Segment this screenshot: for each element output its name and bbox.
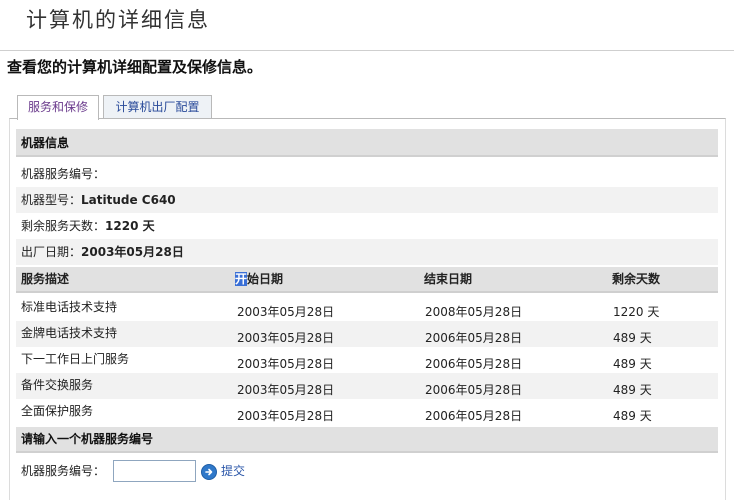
arrow-right-circle-icon[interactable] — [201, 464, 217, 480]
service-tag-label: 机器服务编号： — [21, 167, 106, 181]
lookup-section-header: 请输入一个机器服务编号 — [16, 427, 718, 453]
service-end-date: 2006年05月28日 — [425, 409, 523, 423]
service-end-date: 2008年05月28日 — [425, 305, 523, 319]
service-start-date: 2003年05月28日 — [237, 383, 335, 397]
table-row: 备件交换服务 2003年05月28日 2006年05月28日 489 天 — [16, 373, 718, 399]
ship-date-row: 出厂日期：2003年05月28日 — [16, 239, 718, 265]
table-row: 金牌电话技术支持 2003年05月28日 2006年05月28日 489 天 — [16, 321, 718, 347]
model-label: 机器型号： — [21, 193, 82, 207]
days-left-row: 剩余服务天数：1220 天 — [16, 213, 718, 239]
service-tag-row: 机器服务编号： — [16, 161, 718, 187]
service-description: 备件交换服务 — [21, 378, 94, 392]
service-days-left: 489 天 — [613, 383, 652, 397]
service-end-date: 2006年05月28日 — [425, 357, 523, 371]
service-description: 金牌电话技术支持 — [21, 326, 118, 340]
days-left-value: 1220 天 — [105, 219, 155, 233]
service-start-date: 2003年05月28日 — [237, 331, 335, 345]
table-row: 下一工作日上门服务 2003年05月28日 2006年05月28日 489 天 — [16, 347, 718, 373]
column-header-end-date: 结束日期 — [424, 272, 473, 286]
service-start-date: 2003年05月28日 — [237, 357, 335, 371]
machine-info-header: 机器信息 — [16, 129, 718, 157]
service-days-left: 489 天 — [613, 331, 652, 345]
service-end-date: 2006年05月28日 — [425, 331, 523, 345]
services-table-header: 服务描述 开始日期 结束日期 剩余天数 — [16, 267, 718, 293]
table-row: 标准电话技术支持 2003年05月28日 2008年05月28日 1220 天 — [16, 295, 718, 321]
service-start-date: 2003年05月28日 — [237, 305, 335, 319]
service-description: 标准电话技术支持 — [21, 300, 118, 314]
tab-factory-config[interactable]: 计算机出厂配置 — [103, 95, 212, 118]
service-end-date: 2006年05月28日 — [425, 383, 523, 397]
column-header-days-left: 剩余天数 — [612, 272, 661, 286]
submit-button[interactable]: 提交 — [221, 462, 245, 480]
service-tag-input[interactable] — [113, 460, 196, 482]
service-description: 全面保护服务 — [21, 404, 94, 418]
page-title: 计算机的详细信息 — [26, 8, 210, 32]
table-row: 全面保护服务 2003年05月28日 2006年05月28日 489 天 — [16, 399, 718, 425]
ship-date-value: 2003年05月28日 — [81, 245, 184, 259]
service-start-date: 2003年05月28日 — [237, 409, 335, 423]
ship-date-label: 出厂日期： — [21, 245, 82, 259]
column-header-start-rest: 始日期 — [247, 272, 284, 286]
service-description: 下一工作日上门服务 — [21, 352, 130, 366]
service-days-left: 489 天 — [613, 357, 652, 371]
service-days-left: 489 天 — [613, 409, 652, 423]
arrow-right-glyph — [205, 468, 213, 476]
service-tag-field-label: 机器服务编号： — [21, 464, 106, 478]
column-header-description: 服务描述 — [21, 272, 70, 286]
tab-service-warranty[interactable]: 服务和保修 — [17, 95, 99, 120]
title-divider — [0, 50, 734, 51]
page-subtitle: 查看您的计算机详细配置及保修信息。 — [7, 58, 263, 76]
selected-text-highlight: 开 — [235, 272, 248, 286]
column-header-start-date: 开始日期 — [235, 267, 283, 291]
model-row: 机器型号：Latitude C640 — [16, 187, 718, 213]
days-left-label: 剩余服务天数： — [21, 219, 106, 233]
service-days-left: 1220 天 — [613, 305, 660, 319]
model-value: Latitude C640 — [81, 193, 176, 207]
